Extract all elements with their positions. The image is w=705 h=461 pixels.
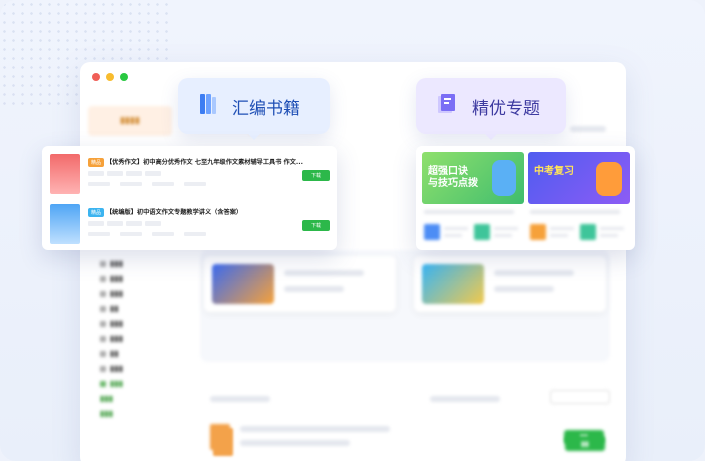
placeholder-line: [550, 227, 574, 230]
tab-collection[interactable]: 汇编书籍: [178, 78, 330, 140]
download-button[interactable]: 下载: [302, 170, 330, 181]
item-meta: [88, 221, 161, 226]
placeholder-line: [284, 270, 364, 276]
placeholder-line: [600, 234, 618, 237]
featured-thumbnail: [212, 264, 274, 304]
item-title[interactable]: 【统编版】初中语文作文专题教学讲义（含答案）: [106, 207, 242, 216]
topic-banner: 中考复习: [528, 152, 630, 204]
list-item[interactable]: 精品 【优秀作文】初中高分优秀作文 七至九年级作文素材辅导工具书 作文... 下…: [50, 154, 330, 198]
download-button[interactable]: 下载: [302, 220, 330, 231]
doc-list-panel: 精品 【优秀作文】初中高分优秀作文 七至九年级作文素材辅导工具书 作文... 下…: [42, 146, 337, 250]
sidebar-item[interactable]: ▮▮▮: [88, 361, 188, 376]
sidebar-item[interactable]: ▮▮▮: [88, 406, 188, 421]
list-item[interactable]: 精品 【统编版】初中语文作文专题教学讲义（含答案） 下载: [50, 204, 330, 248]
mascot-figure: [596, 162, 622, 196]
resource-thumb: [530, 224, 546, 240]
placeholder-line: [210, 396, 270, 402]
book-stack-icon: [198, 92, 218, 120]
minimize-window-dot[interactable]: [106, 73, 114, 81]
placeholder-line: [444, 234, 462, 237]
placeholder-line: [494, 270, 574, 276]
placeholder-line: [530, 210, 620, 214]
topic-panel: 超强口诀 与技巧点拨 中考复习: [416, 146, 635, 250]
placeholder-line: [494, 227, 518, 230]
placeholder-line: [240, 440, 350, 446]
placeholder-line: [550, 234, 568, 237]
mascot-figure: [492, 160, 516, 196]
placeholder-line: [430, 396, 500, 402]
placeholder-line: [494, 234, 512, 237]
item-meta-secondary: [88, 232, 206, 236]
sidebar-item[interactable]: ▮▮▮: [88, 331, 188, 346]
book-topic-icon: [436, 92, 458, 120]
topic-banner: 超强口诀 与技巧点拨: [422, 152, 524, 204]
featured-card[interactable]: [204, 256, 396, 312]
search-input[interactable]: [550, 390, 610, 404]
sidebar-item[interactable]: ▮▮▮: [88, 391, 188, 406]
book-cover: [50, 204, 80, 244]
sidebar-item[interactable]: ▮▮▮: [88, 256, 188, 271]
sidebar-item[interactable]: ▮▮▮: [88, 376, 188, 391]
featured-card[interactable]: [414, 256, 606, 312]
tab-collection-label: 汇编书籍: [232, 98, 300, 119]
resource-thumb: [580, 224, 596, 240]
sidebar-item[interactable]: ▮▮: [88, 301, 188, 316]
close-window-dot[interactable]: [92, 73, 100, 81]
file-icon: [213, 428, 233, 456]
placeholder-line: [570, 126, 606, 132]
maximize-window-dot[interactable]: [120, 73, 128, 81]
item-tag: 精品: [88, 208, 105, 217]
placeholder-line: [444, 227, 468, 230]
tab-topics[interactable]: 精优专题: [416, 78, 566, 140]
placeholder-line: [240, 426, 390, 432]
canvas: ▮▮▮▮ ▮▮▮ ▮▮▮ ▮▮▮ ▮▮ ▮▮▮ ▮▮▮ ▮▮ ▮▮▮ ▮▮▮ ▮…: [0, 0, 705, 461]
item-tag: 精品: [88, 158, 105, 167]
topic-card[interactable]: 超强口诀 与技巧点拨: [422, 152, 524, 244]
topic-banner-title: 超强口诀 与技巧点拨: [428, 166, 478, 189]
sidebar-item[interactable]: ▮▮▮: [88, 316, 188, 331]
item-meta: [88, 171, 161, 176]
tab-topics-label: 精优专题: [472, 98, 540, 119]
placeholder-line: [600, 227, 624, 230]
sidebar-item[interactable]: ▮▮▮: [88, 271, 188, 286]
topic-card[interactable]: 中考复习: [528, 152, 630, 244]
sidebar-item[interactable]: ▮▮▮: [88, 286, 188, 301]
featured-area: [200, 250, 610, 362]
placeholder-line: [284, 286, 344, 292]
book-cover: [50, 154, 80, 194]
item-meta-secondary: [88, 182, 206, 186]
sidebar-header-card[interactable]: ▮▮▮▮: [88, 106, 172, 136]
topic-banner-title: 中考复习: [534, 166, 574, 177]
resource-thumb: [474, 224, 490, 240]
item-title[interactable]: 【优秀作文】初中高分优秀作文 七至九年级作文素材辅导工具书 作文...: [106, 157, 303, 166]
download-button[interactable]: ▮▮: [565, 436, 605, 451]
placeholder-line: [494, 286, 554, 292]
sidebar-item[interactable]: ▮▮: [88, 346, 188, 361]
featured-thumbnail: [422, 264, 484, 304]
placeholder-line: [424, 210, 514, 214]
resource-thumb: [424, 224, 440, 240]
